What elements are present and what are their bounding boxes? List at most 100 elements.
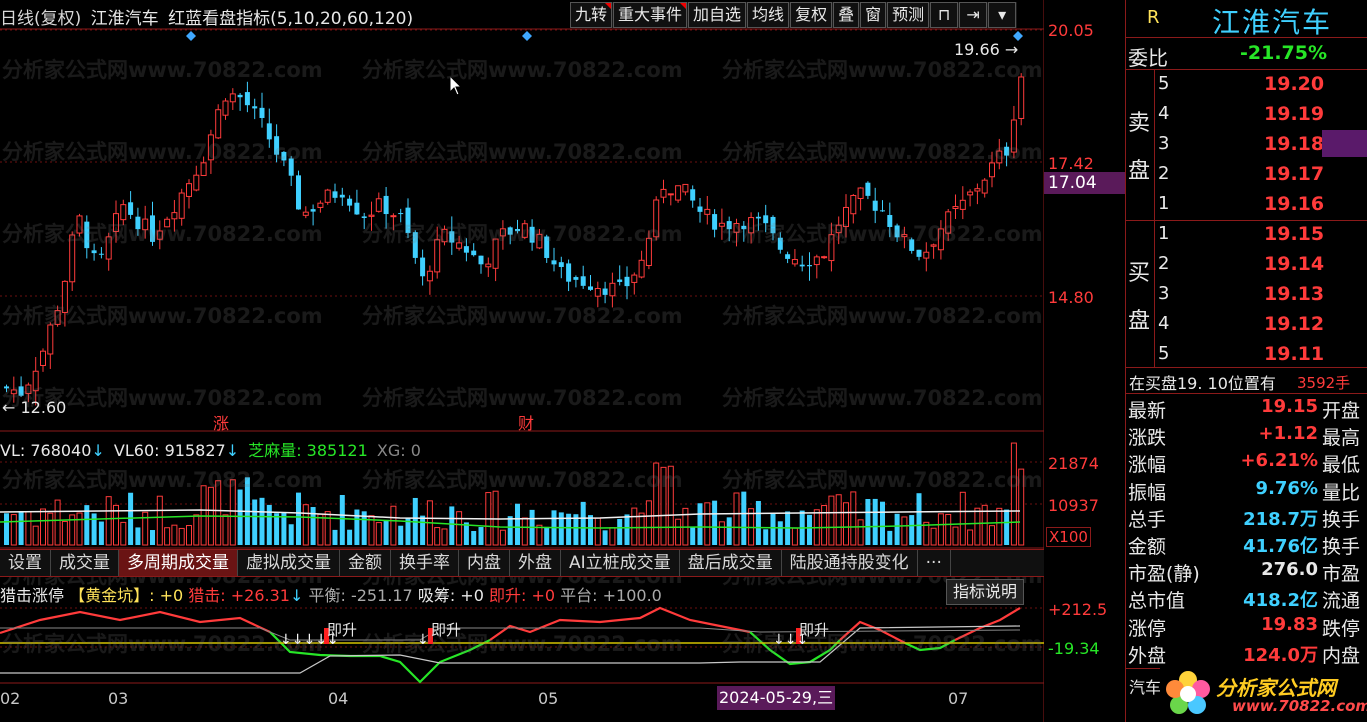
buy-label: 买盘 xyxy=(1128,261,1151,334)
indicator-name: 猎击涨停 xyxy=(0,586,65,605)
price-axis-low: 14.80 xyxy=(1048,288,1094,307)
volume-axis-mid: 10937 xyxy=(1048,496,1099,515)
sell-rows-price[interactable]: 19.16 xyxy=(1264,193,1324,215)
time-label-02: 02 xyxy=(0,689,21,708)
event-mark-zhang[interactable]: 涨 xyxy=(213,410,229,434)
weibi-label: 委比 xyxy=(1128,46,1168,70)
time-label-04: 04 xyxy=(328,689,349,708)
indicator-pingheng: 平衡: -251.17 xyxy=(308,586,413,605)
stat-value: 276.0 xyxy=(1261,559,1318,581)
watermark-text: 分析家公式网www.70822.com xyxy=(722,222,1043,246)
event-diamonds xyxy=(186,31,1023,41)
lock-icon[interactable]: ⊓ xyxy=(930,2,959,28)
stat-label: 总市值 xyxy=(1128,590,1186,613)
watermark-text: 分析家公式网www.70822.com xyxy=(362,632,683,656)
stat-label: 涨跌 xyxy=(1128,427,1167,450)
indicator-jisheng: 即升: +0 xyxy=(489,586,556,605)
tab-6[interactable]: 内盘 xyxy=(459,550,510,576)
toolbar-btn-1[interactable]: 重大事件 xyxy=(613,2,688,28)
toolbar-btn-label: 叠 xyxy=(838,5,855,24)
stat-right-label: 换手 xyxy=(1322,508,1361,531)
watermark-text: 分析家公式网www.70822.com xyxy=(2,304,323,328)
toolbar-btn-label: 窗 xyxy=(865,5,882,24)
watermark-text: 分析家公式网www.70822.com xyxy=(722,632,1043,656)
toolbar-btn-4[interactable]: 复权 xyxy=(790,2,833,28)
event-mark-cai[interactable]: 财 xyxy=(518,410,534,434)
jisheng-label-1: 即升 xyxy=(327,621,358,639)
stat-right-label: 换手 xyxy=(1322,536,1361,558)
toolbar-btn-3[interactable]: 均线 xyxy=(747,2,790,28)
tab-1[interactable]: 成交量 xyxy=(51,550,119,576)
volume-header: VL: 768040↓ VL60: 915827↓ 芝麻量: 385121 XG… xyxy=(0,441,421,460)
high-price-value: 19.66 xyxy=(954,40,1000,59)
watermark-text: 分析家公式网www.70822.com xyxy=(362,222,683,246)
sell-rows-price[interactable]: 19.20 xyxy=(1264,73,1324,95)
tab-3[interactable]: 虚拟成交量 xyxy=(238,550,340,576)
buy-rows-price[interactable]: 19.11 xyxy=(1264,343,1324,365)
tab-5[interactable]: 换手率 xyxy=(391,550,459,576)
indicator-tabs: 设置 成交量 多周期成交量 虚拟成交量 金额 换手率 内盘 外盘 AI立桩成交量 盘后成交量 陆股通… xyxy=(0,549,1044,577)
stat-right-label: 量比 xyxy=(1322,481,1361,504)
chart-area[interactable]: ↓↓↓↓↓ ↓ ↓↓↓ 分析家公式网www.70822.com 分析家公式网www… xyxy=(0,0,1128,722)
buy-rows-price[interactable]: 19.15 xyxy=(1264,223,1324,245)
jump-end-icon[interactable]: ⇥ xyxy=(959,2,988,28)
watermark-text: 分析家公式网www.70822.com xyxy=(362,140,683,164)
stat-value: 41.76亿 xyxy=(1243,536,1318,557)
chart-period-label: 日线(复权) xyxy=(0,9,82,29)
toolbar-btn-label: 复权 xyxy=(795,5,828,24)
kline-chart-svg[interactable]: ↓↓↓↓↓ ↓ ↓↓↓ xyxy=(0,0,1044,722)
toolbar-btn-6[interactable]: 窗 xyxy=(860,2,887,28)
indicator-lieji: 猎击: +26.31 xyxy=(188,586,290,605)
buy-rows-price[interactable]: 19.12 xyxy=(1264,313,1324,335)
stat-right-label: 市盈 xyxy=(1322,563,1361,586)
tab-11[interactable]: ··· xyxy=(918,550,951,576)
chart-header: 日线(复权) 江淮汽车 红蓝看盘指标(5,10,20,60,120) xyxy=(0,4,413,29)
zhima-label: 芝麻量: 385121 xyxy=(248,441,368,460)
stat-value: +6.21% xyxy=(1240,450,1318,472)
stat-label: 金额 xyxy=(1128,536,1167,558)
stat-value: 418.2亿 xyxy=(1243,590,1318,612)
sell-label: 卖盘 xyxy=(1128,111,1151,184)
sell-rows-price[interactable]: 19.17 xyxy=(1264,163,1324,185)
tab-10[interactable]: 陆股通持股变化 xyxy=(782,550,918,576)
watermark-text: 分析家公式网www.70822.com xyxy=(722,468,1043,492)
tab-7[interactable]: 外盘 xyxy=(510,550,561,576)
stat-right-label: 最低 xyxy=(1322,454,1361,477)
buy-rows-price[interactable]: 19.13 xyxy=(1264,283,1324,305)
toolbar-btn-7[interactable]: 预测 xyxy=(887,2,930,28)
quote-panel: R 江淮汽车 委比 -21.75% 卖盘 5 19.20 4 19.19 3 19.18 2… xyxy=(1125,0,1367,722)
high-price-label: 19.66 → xyxy=(954,40,1019,59)
stat-label: 振幅 xyxy=(1128,481,1167,504)
watermark-text: 分析家公式网www.70822.com xyxy=(2,140,323,164)
toolbar-btn-2[interactable]: 加自选 xyxy=(688,2,747,28)
dropdown-icon[interactable]: ▾ xyxy=(988,2,1017,28)
tab-8[interactable]: AI立桩成交量 xyxy=(561,550,680,576)
tab-0[interactable]: 设置 xyxy=(0,550,51,576)
price-axis-top: 20.05 xyxy=(1048,21,1094,40)
buy-rows-price[interactable]: 19.14 xyxy=(1264,253,1324,275)
tab-2[interactable]: 多周期成交量 xyxy=(119,550,238,576)
price-axis-mid: 17.42 xyxy=(1048,154,1094,173)
weibi-value: -21.75% xyxy=(1240,42,1328,64)
current-price-tag: 17.04 xyxy=(1044,172,1128,194)
quote-r-label: R xyxy=(1147,7,1160,28)
sell-rows-price[interactable]: 19.19 xyxy=(1264,103,1324,125)
indicator-axis-top: +212.5 xyxy=(1048,600,1108,619)
buy-rows-level: 2 xyxy=(1158,253,1170,274)
vl-label: VL: 768040 xyxy=(0,441,92,460)
sell-rows-price[interactable]: 19.18 xyxy=(1264,133,1324,155)
xg-label: XG: 0 xyxy=(376,441,421,460)
tab-4[interactable]: 金额 xyxy=(340,550,391,576)
indicator-explain-button[interactable]: 指标说明 xyxy=(946,579,1025,605)
toolbar-btn-label: 均线 xyxy=(752,5,785,24)
toolbar-btn-5[interactable]: 叠 xyxy=(833,2,860,28)
stat-value: 218.7万 xyxy=(1243,508,1318,530)
watermark-text: 分析家公式网www.70822.com xyxy=(722,140,1043,164)
buy-rows-level: 4 xyxy=(1158,313,1170,334)
stat-right-label: 最高 xyxy=(1322,427,1361,450)
flower-logo-icon xyxy=(1166,671,1210,714)
stat-label: 总手 xyxy=(1128,508,1167,531)
tab-9[interactable]: 盘后成交量 xyxy=(680,550,782,576)
toolbar-btn-0[interactable]: 九转 xyxy=(570,2,613,28)
quote-stock-name: 江淮汽车 xyxy=(1212,6,1333,39)
